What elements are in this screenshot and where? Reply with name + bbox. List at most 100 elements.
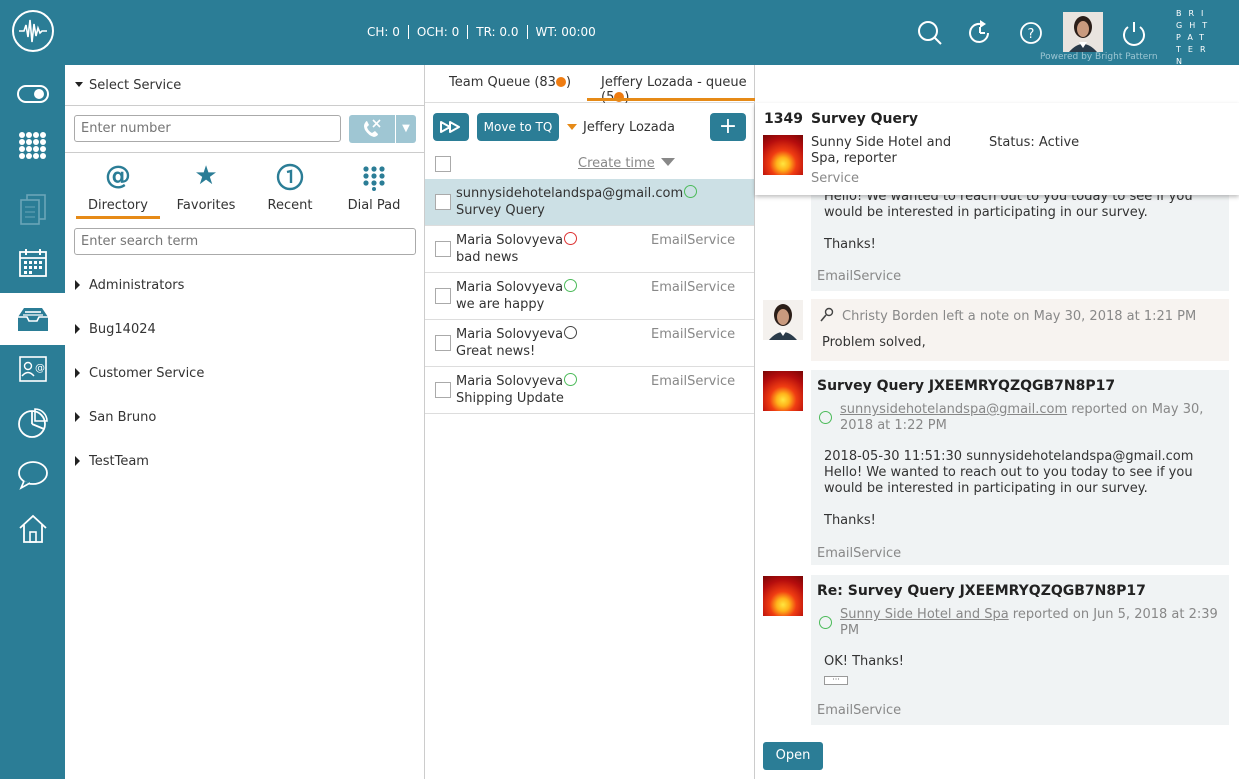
caret-down-icon — [567, 124, 577, 130]
brand-text: BRIGHTPATTERN — [1176, 9, 1215, 66]
contact-avatar — [763, 576, 803, 616]
divider — [65, 105, 425, 106]
counter-tr: TR: 0.0 — [467, 25, 526, 39]
case-status: Status: Active — [989, 135, 1080, 150]
sort-create-time[interactable]: Create time — [578, 156, 675, 171]
user-avatar[interactable] — [1063, 12, 1103, 52]
phone-number-input[interactable] — [74, 115, 341, 142]
message-body: OK! Thanks! — [824, 654, 904, 669]
documents-icon[interactable] — [0, 183, 65, 235]
select-all-checkbox[interactable] — [435, 156, 451, 172]
row-from: Maria Solovyeva — [456, 327, 564, 342]
toggle-icon[interactable] — [0, 68, 65, 120]
power-icon[interactable] — [1121, 20, 1147, 46]
select-service-dropdown[interactable]: Select Service — [75, 78, 181, 93]
directory-search-input[interactable] — [74, 228, 416, 255]
group-testteam[interactable]: TestTeam — [75, 454, 149, 469]
expand-arrow-icon — [75, 368, 80, 378]
message-service: EmailService — [817, 703, 902, 718]
group-san-bruno[interactable]: San Bruno — [75, 410, 156, 425]
group-customer-service[interactable]: Customer Service — [75, 366, 204, 381]
pie-chart-icon[interactable] — [0, 397, 65, 449]
group-bug14024[interactable]: Bug14024 — [75, 322, 156, 337]
dialpad-icon[interactable] — [0, 120, 65, 172]
message-meta: Sunny Side Hotel and Spa reported on Jun… — [840, 607, 1225, 639]
contact-avatar — [763, 135, 803, 175]
message-meta: sunnysidehotelandspa@gmail.com reported … — [840, 402, 1225, 434]
svg-text:?: ? — [1028, 27, 1035, 42]
group-administrators[interactable]: Administrators — [75, 278, 184, 293]
queue-row[interactable]: Maria Solovyeva Great news! EmailService — [425, 320, 754, 367]
inbox-icon[interactable] — [0, 293, 65, 345]
tab-recent-label: Recent — [267, 198, 313, 213]
call-button[interactable] — [349, 115, 395, 143]
dialpad-icon — [332, 159, 416, 191]
queue-row[interactable]: Maria Solovyeva Shipping Update EmailSer… — [425, 367, 754, 414]
forward-button[interactable] — [433, 113, 469, 141]
group-label: San Bruno — [89, 410, 157, 425]
row-service: EmailService — [651, 280, 736, 295]
expand-arrow-icon — [75, 280, 80, 290]
sender-link[interactable]: sunnysidehotelandspa@gmail.com — [840, 402, 1067, 417]
calendar-icon[interactable] — [0, 237, 65, 289]
row-checkbox[interactable] — [435, 241, 451, 257]
tab-recent[interactable]: Recent — [248, 159, 332, 213]
logo-icon — [12, 10, 54, 52]
contact-card-icon[interactable]: @ — [0, 343, 65, 395]
assignee-dropdown[interactable]: Jeffery Lozada — [567, 120, 675, 135]
sender-link[interactable]: Sunny Side Hotel and Spa — [840, 607, 1009, 622]
message-body: 2018-05-30 11:51:30 sunnysidehotelandspa… — [824, 449, 1214, 529]
row-from: sunnysidehotelandspa@gmail.com — [456, 186, 684, 201]
expand-quoted-button[interactable]: ··· — [824, 676, 848, 685]
search-icon[interactable] — [917, 20, 943, 46]
row-checkbox[interactable] — [435, 288, 451, 304]
note-author-avatar — [763, 300, 803, 340]
row-service: EmailService — [651, 374, 736, 389]
tab-favorites[interactable]: ★ Favorites — [164, 159, 248, 213]
open-button[interactable]: Open — [763, 742, 823, 770]
powered-by: Powered by Bright Pattern — [1040, 52, 1158, 62]
at-icon: @ — [105, 161, 131, 191]
queue-row[interactable]: Maria Solovyeva bad news EmailService — [425, 226, 754, 273]
home-icon[interactable] — [0, 503, 65, 555]
expand-arrow-icon — [75, 456, 80, 466]
row-service: EmailService — [651, 233, 736, 248]
status-counters: CH: 0 OCH: 0 TR: 0.0 WT: 00:00 — [367, 25, 604, 39]
message-body: Hello! We wanted to reach out to you tod… — [824, 195, 1214, 253]
chat-icon[interactable] — [0, 449, 65, 501]
row-from: Maria Solovyeva — [456, 374, 564, 389]
svg-text:@: @ — [35, 363, 45, 374]
app-root: CH: 0 OCH: 0 TR: 0.0 WT: 00:00 ? BRIGHTP… — [0, 0, 1239, 779]
message-thread[interactable]: Hello! We wanted to reach out to you tod… — [755, 195, 1239, 739]
case-title: Survey Query — [811, 111, 918, 127]
body-line: Thanks! — [824, 237, 876, 252]
tab-dial-pad[interactable]: Dial Pad — [332, 159, 416, 213]
message-title: Re: Survey Query JXEEMRYQZQGB7N8P17 — [817, 583, 1146, 599]
happy-face-icon — [684, 185, 698, 198]
group-label: Administrators — [89, 278, 185, 293]
row-subject: we are happy — [456, 297, 545, 312]
star-icon: ★ — [194, 161, 218, 191]
message-card: Hello! We wanted to reach out to you tod… — [811, 195, 1229, 291]
tab-team-queue[interactable]: Team Queue (83) — [449, 75, 571, 90]
case-detail-panel: 1349 Survey Query Sunny Side Hotel and S… — [755, 65, 1239, 779]
queue-row[interactable]: Maria Solovyeva we are happy EmailServic… — [425, 273, 754, 320]
move-to-tq-button[interactable]: Move to TQ — [477, 113, 559, 141]
queue-row[interactable]: sunnysidehotelandspa@gmail.com Survey Qu… — [425, 179, 754, 226]
row-checkbox[interactable] — [435, 382, 451, 398]
refresh-icon[interactable] — [967, 20, 993, 46]
help-icon[interactable]: ? — [1019, 20, 1045, 46]
note-meta: Christy Borden left a note on May 30, 20… — [842, 309, 1197, 324]
add-button[interactable]: + — [710, 113, 746, 141]
group-label: Bug14024 — [89, 322, 156, 337]
assignee-label: Jeffery Lozada — [583, 120, 675, 135]
call-options-dropdown[interactable]: ▼ — [396, 115, 416, 143]
message-service: EmailService — [817, 269, 902, 284]
row-checkbox[interactable] — [435, 194, 451, 210]
recent-icon — [248, 159, 332, 191]
tab-directory[interactable]: @ Directory — [76, 159, 160, 213]
case-header: 1349 Survey Query Sunny Side Hotel and S… — [755, 103, 1239, 195]
row-checkbox[interactable] — [435, 335, 451, 351]
